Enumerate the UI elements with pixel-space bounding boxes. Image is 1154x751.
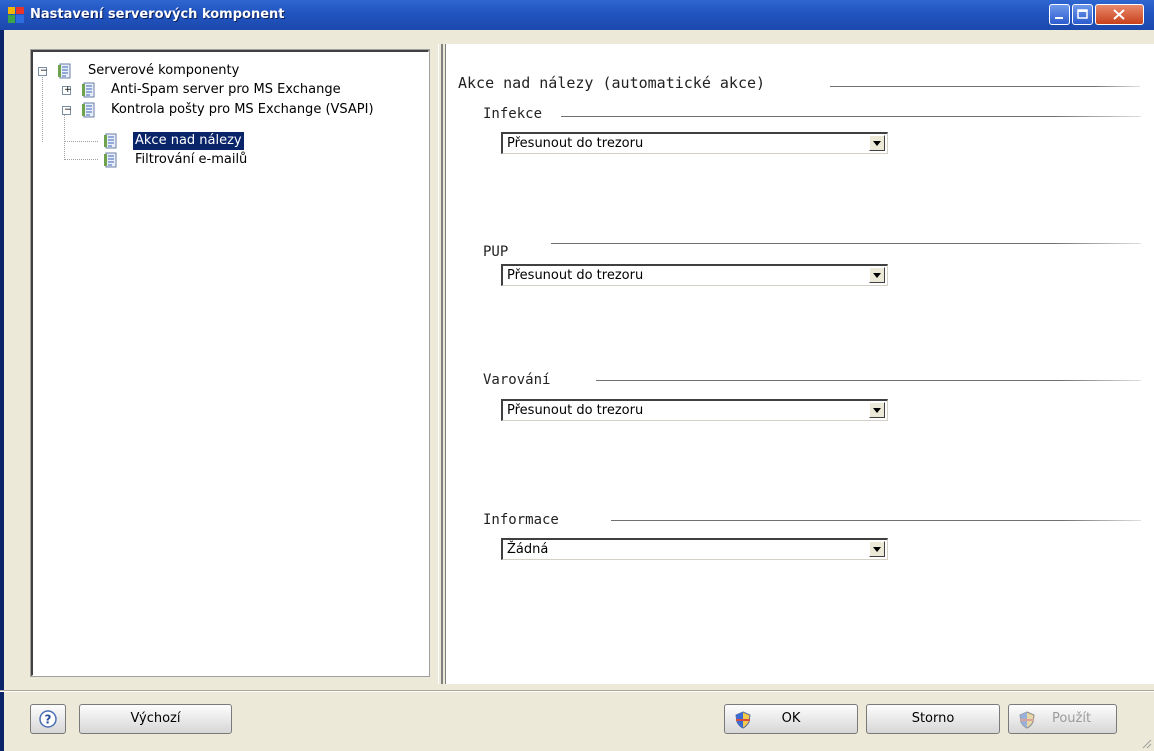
ok-button[interactable]: OK	[724, 704, 858, 734]
collapse-toggle[interactable]: −	[62, 106, 72, 115]
help-button[interactable]: ?	[30, 704, 66, 734]
informace-action-select[interactable]: Žádná	[501, 538, 888, 560]
panel-splitter[interactable]	[438, 44, 446, 684]
infekce-action-select[interactable]: Přesunout do trezoru	[501, 132, 888, 154]
tree-item-label: Kontrola pošty pro MS Exchange (VSAPI)	[111, 102, 374, 117]
cancel-button[interactable]: Storno	[866, 704, 1000, 734]
title-bar[interactable]: Nastavení serverových komponent	[0, 0, 1154, 30]
settings-content: Akce nad nálezy (automatické akce) Infek…	[446, 44, 1154, 684]
group-divider	[611, 520, 1141, 521]
component-icon	[82, 82, 95, 98]
tree-item-label: Akce nad nálezy	[132, 131, 245, 151]
group-label-varovani: Varování	[483, 372, 551, 388]
close-icon	[1113, 9, 1125, 20]
group-divider	[551, 243, 1141, 244]
tree-item-filtrovani[interactable]: Filtrování e-mailů	[33, 151, 423, 169]
shield-icon	[1019, 711, 1035, 729]
pup-action-select[interactable]: Přesunout do trezoru	[501, 264, 888, 286]
dropdown-arrow-icon[interactable]	[869, 541, 885, 557]
svg-text:?: ?	[45, 713, 52, 727]
section-divider	[830, 86, 1140, 87]
tree-item-label: Serverové komponenty	[88, 63, 240, 78]
group-label-infekce: Infekce	[483, 106, 543, 122]
group-divider	[596, 380, 1141, 381]
select-value: Přesunout do trezoru	[507, 268, 644, 283]
default-button[interactable]: Výchozí	[79, 704, 232, 734]
dropdown-arrow-icon[interactable]	[869, 267, 885, 283]
dropdown-arrow-icon[interactable]	[869, 135, 885, 151]
select-value: Přesunout do trezoru	[507, 136, 644, 151]
minimize-icon	[1055, 17, 1063, 19]
component-icon	[82, 102, 95, 118]
tree-item-kontrola-posty[interactable]: − Kontrola pošty pro MS Exchange (VSAPI)	[33, 101, 423, 119]
collapse-toggle[interactable]: −	[38, 67, 48, 76]
select-value: Přesunout do trezoru	[507, 403, 644, 418]
close-button[interactable]	[1095, 4, 1144, 25]
minimize-button[interactable]	[1049, 4, 1070, 25]
tree-item-label: Filtrování e-mailů	[135, 152, 248, 167]
app-icon	[8, 7, 24, 23]
window-title: Nastavení serverových komponent	[30, 7, 285, 22]
window-border	[0, 30, 4, 751]
component-icon	[104, 152, 117, 168]
group-divider	[561, 116, 1141, 117]
select-value: Žádná	[507, 542, 549, 557]
group-label-pup: PUP	[483, 244, 509, 260]
varovani-action-select[interactable]: Přesunout do trezoru	[501, 399, 888, 421]
tree-item-label: Anti-Spam server pro MS Exchange	[111, 82, 341, 97]
tree-item-akce-nad-nalezy[interactable]: Akce nad nálezy	[33, 131, 423, 151]
component-icon	[104, 133, 117, 149]
group-label-informace: Informace	[483, 512, 559, 528]
tree-item-anti-spam[interactable]: + Anti-Spam server pro MS Exchange	[33, 81, 423, 99]
maximize-icon	[1077, 9, 1088, 19]
footer-divider	[0, 690, 1154, 692]
component-icon	[58, 63, 71, 79]
maximize-button[interactable]	[1072, 4, 1093, 25]
tree-item-serverove-komponenty[interactable]: − Serverové komponenty	[33, 62, 423, 80]
shield-icon	[735, 711, 751, 729]
section-title: Akce nad nálezy (automatické akce)	[458, 74, 766, 92]
dropdown-arrow-icon[interactable]	[869, 402, 885, 418]
apply-button[interactable]: Použít	[1008, 704, 1117, 734]
resize-grip-icon[interactable]	[1140, 737, 1152, 749]
question-icon: ?	[39, 710, 57, 728]
settings-tree[interactable]: − Serverové komponenty + Anti-Spam serve…	[30, 49, 430, 677]
expand-toggle[interactable]: +	[62, 86, 72, 95]
